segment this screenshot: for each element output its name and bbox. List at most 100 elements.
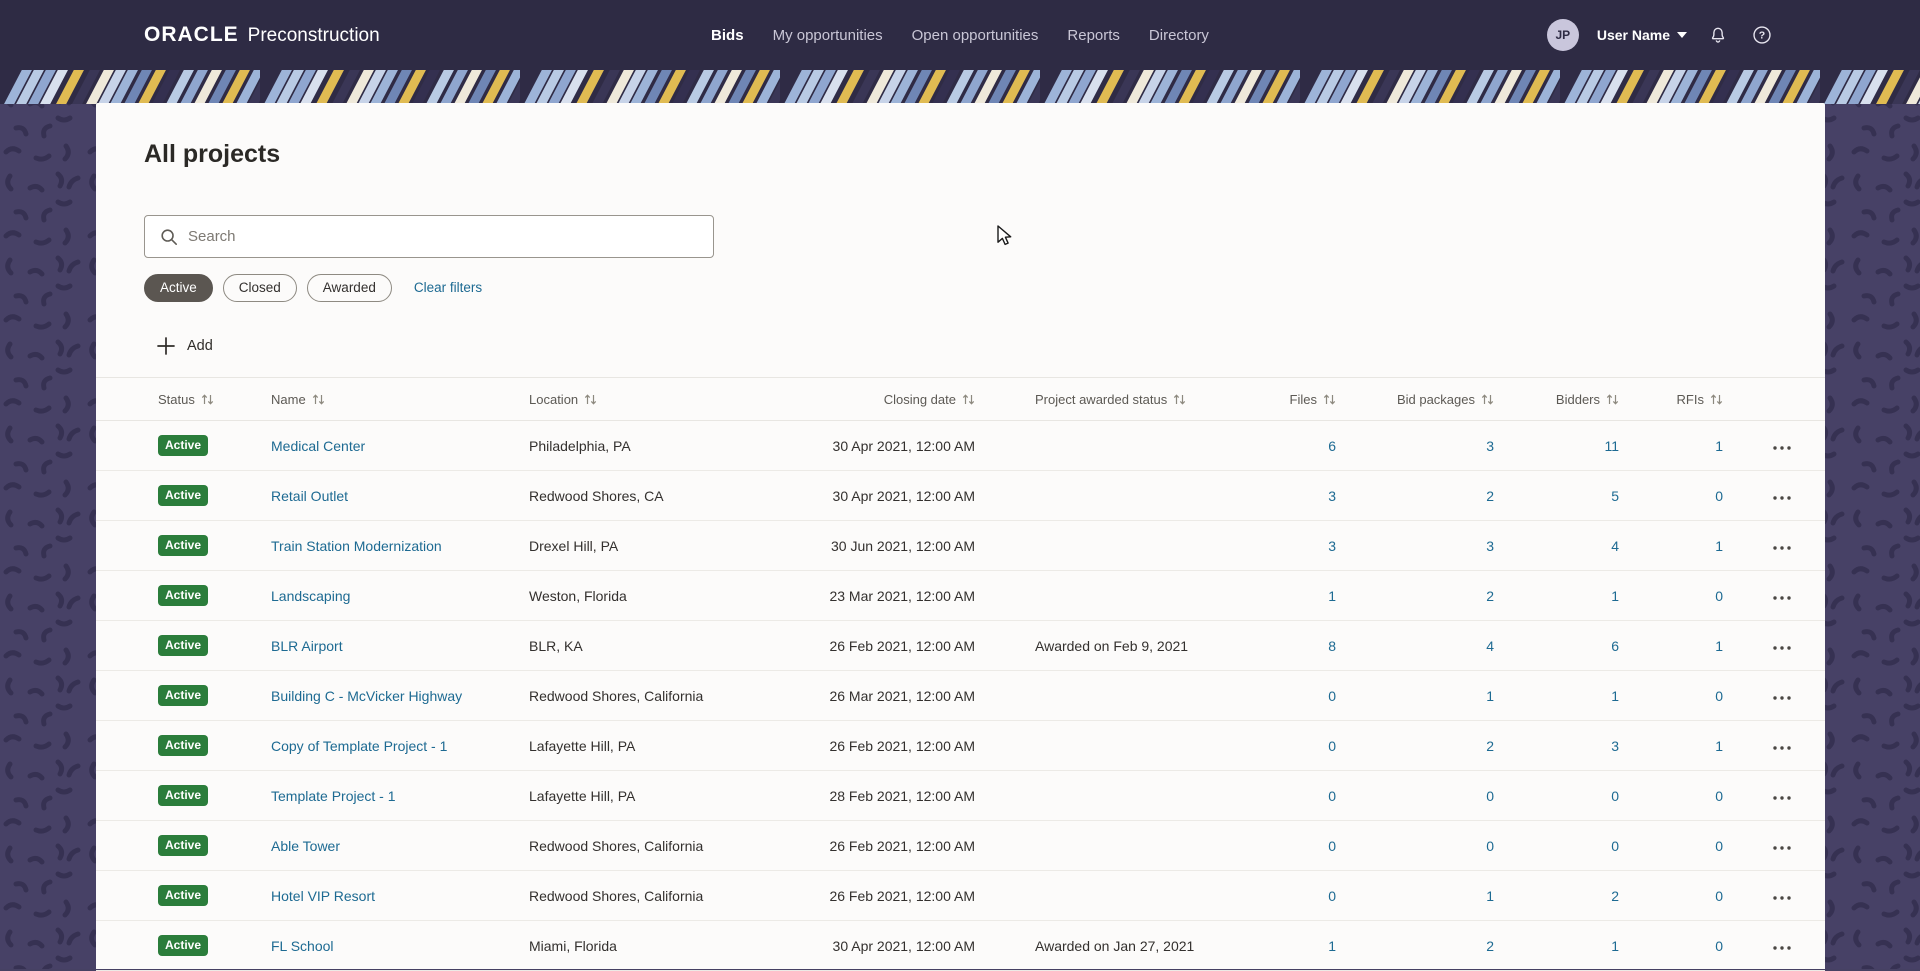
- files-link[interactable]: 6: [1328, 438, 1336, 454]
- bid-packages-link[interactable]: 1: [1486, 688, 1494, 704]
- row-actions-button[interactable]: [1767, 830, 1797, 861]
- column-header-actions: [1739, 377, 1825, 421]
- rfis-link[interactable]: 1: [1715, 538, 1723, 554]
- user-menu[interactable]: User Name: [1597, 27, 1687, 43]
- files-link[interactable]: 0: [1328, 788, 1336, 804]
- column-label: Closing date: [883, 391, 956, 407]
- rfis-link[interactable]: 0: [1715, 788, 1723, 804]
- location-cell: Weston, Florida: [529, 570, 819, 621]
- row-actions-button[interactable]: [1767, 430, 1797, 461]
- bid-packages-link[interactable]: 0: [1486, 838, 1494, 854]
- avatar[interactable]: JP: [1546, 19, 1579, 51]
- filter-chip-awarded[interactable]: Awarded: [306, 273, 392, 302]
- row-actions-button[interactable]: [1767, 730, 1797, 761]
- files-link[interactable]: 3: [1328, 488, 1336, 504]
- location-cell: Redwood Shores, CA: [529, 470, 819, 521]
- bid-packages-link[interactable]: 2: [1486, 588, 1494, 604]
- rfis-link[interactable]: 1: [1715, 638, 1723, 654]
- help-button[interactable]: ?: [1749, 22, 1775, 48]
- bidders-link[interactable]: 3: [1611, 738, 1619, 754]
- project-name-link[interactable]: Retail Outlet: [271, 488, 348, 504]
- column-header-name[interactable]: Name: [271, 377, 529, 421]
- rfis-link[interactable]: 0: [1715, 838, 1723, 854]
- bid-packages-link[interactable]: 0: [1486, 788, 1494, 804]
- files-link[interactable]: 8: [1328, 638, 1336, 654]
- row-actions-button[interactable]: [1767, 780, 1797, 811]
- column-header-bid-packages[interactable]: Bid packages: [1354, 377, 1509, 421]
- bidders-link[interactable]: 5: [1611, 488, 1619, 504]
- bid-packages-link[interactable]: 3: [1486, 538, 1494, 554]
- column-header-project-awarded-status[interactable]: Project awarded status: [984, 377, 1279, 421]
- rfis-link[interactable]: 0: [1715, 588, 1723, 604]
- column-header-rfis[interactable]: RFIs: [1634, 377, 1739, 421]
- files-link[interactable]: 0: [1328, 688, 1336, 704]
- filter-chip-closed[interactable]: Closed: [222, 273, 297, 302]
- bidders-link[interactable]: 2: [1611, 888, 1619, 904]
- bidders-link[interactable]: 4: [1611, 538, 1619, 554]
- search-input[interactable]: [188, 228, 703, 245]
- row-actions-button[interactable]: [1767, 630, 1797, 661]
- row-actions-button[interactable]: [1767, 530, 1797, 561]
- rfis-link[interactable]: 1: [1715, 438, 1723, 454]
- bidders-link[interactable]: 0: [1611, 788, 1619, 804]
- row-actions-button[interactable]: [1767, 480, 1797, 511]
- add-button[interactable]: Add: [156, 332, 213, 360]
- rfis-link[interactable]: 1: [1715, 738, 1723, 754]
- bidders-link[interactable]: 0: [1611, 838, 1619, 854]
- rfis-link[interactable]: 0: [1715, 688, 1723, 704]
- column-header-bidders[interactable]: Bidders: [1509, 377, 1634, 421]
- bid-packages-link[interactable]: 2: [1486, 488, 1494, 504]
- column-header-location[interactable]: Location: [529, 377, 819, 421]
- filter-row: Active Closed Awarded Clear filters: [144, 273, 1825, 302]
- project-name-link[interactable]: BLR Airport: [271, 638, 343, 654]
- bidders-link[interactable]: 1: [1611, 688, 1619, 704]
- bidders-link[interactable]: 1: [1611, 938, 1619, 954]
- project-name-link[interactable]: Able Tower: [271, 838, 340, 854]
- column-header-status[interactable]: Status: [96, 377, 271, 421]
- nav-item-directory[interactable]: Directory: [1149, 27, 1209, 44]
- project-name-link[interactable]: Hotel VIP Resort: [271, 888, 375, 904]
- closing-date-cell: 26 Mar 2021, 12:00 AM: [819, 670, 984, 721]
- bidders-link[interactable]: 11: [1604, 438, 1619, 454]
- files-link[interactable]: 0: [1328, 888, 1336, 904]
- row-actions-button[interactable]: [1767, 880, 1797, 911]
- project-name-link[interactable]: Copy of Template Project - 1: [271, 738, 447, 754]
- project-name-link[interactable]: Template Project - 1: [271, 788, 396, 804]
- nav-item-open-opportunities[interactable]: Open opportunities: [912, 27, 1039, 44]
- table-row: Active Template Project - 1 Lafayette Hill…: [96, 770, 1825, 821]
- rfis-link[interactable]: 0: [1715, 488, 1723, 504]
- brand-logo[interactable]: ORACLE Preconstruction: [144, 23, 380, 47]
- column-header-closing-date[interactable]: Closing date: [819, 377, 984, 421]
- row-actions-button[interactable]: [1767, 580, 1797, 611]
- row-actions-button[interactable]: [1767, 680, 1797, 711]
- rfis-link[interactable]: 0: [1715, 938, 1723, 954]
- clear-filters-link[interactable]: Clear filters: [414, 280, 482, 295]
- bid-packages-link[interactable]: 4: [1486, 638, 1494, 654]
- project-name-link[interactable]: FL School: [271, 938, 334, 954]
- files-link[interactable]: 3: [1328, 538, 1336, 554]
- row-actions-button[interactable]: [1767, 930, 1797, 961]
- notifications-button[interactable]: [1705, 22, 1731, 48]
- column-label: RFIs: [1676, 391, 1704, 407]
- filter-chip-active[interactable]: Active: [144, 273, 213, 302]
- files-link[interactable]: 0: [1328, 838, 1336, 854]
- project-name-link[interactable]: Train Station Modernization: [271, 538, 442, 554]
- project-name-link[interactable]: Landscaping: [271, 588, 350, 604]
- bidders-link[interactable]: 1: [1611, 588, 1619, 604]
- project-name-link[interactable]: Building C - McVicker Highway: [271, 688, 462, 704]
- product-name: Preconstruction: [247, 25, 380, 46]
- column-header-files[interactable]: Files: [1279, 377, 1354, 421]
- project-name-link[interactable]: Medical Center: [271, 438, 365, 454]
- bid-packages-link[interactable]: 2: [1486, 938, 1494, 954]
- nav-item-bids[interactable]: Bids: [711, 27, 744, 44]
- files-link[interactable]: 0: [1328, 738, 1336, 754]
- rfis-link[interactable]: 0: [1715, 888, 1723, 904]
- bid-packages-link[interactable]: 3: [1486, 438, 1494, 454]
- bid-packages-link[interactable]: 1: [1486, 888, 1494, 904]
- bidders-link[interactable]: 6: [1611, 638, 1619, 654]
- files-link[interactable]: 1: [1328, 938, 1336, 954]
- files-link[interactable]: 1: [1328, 588, 1336, 604]
- bid-packages-link[interactable]: 2: [1486, 738, 1494, 754]
- nav-item-reports[interactable]: Reports: [1067, 27, 1120, 44]
- nav-item-my-opportunities[interactable]: My opportunities: [773, 27, 883, 44]
